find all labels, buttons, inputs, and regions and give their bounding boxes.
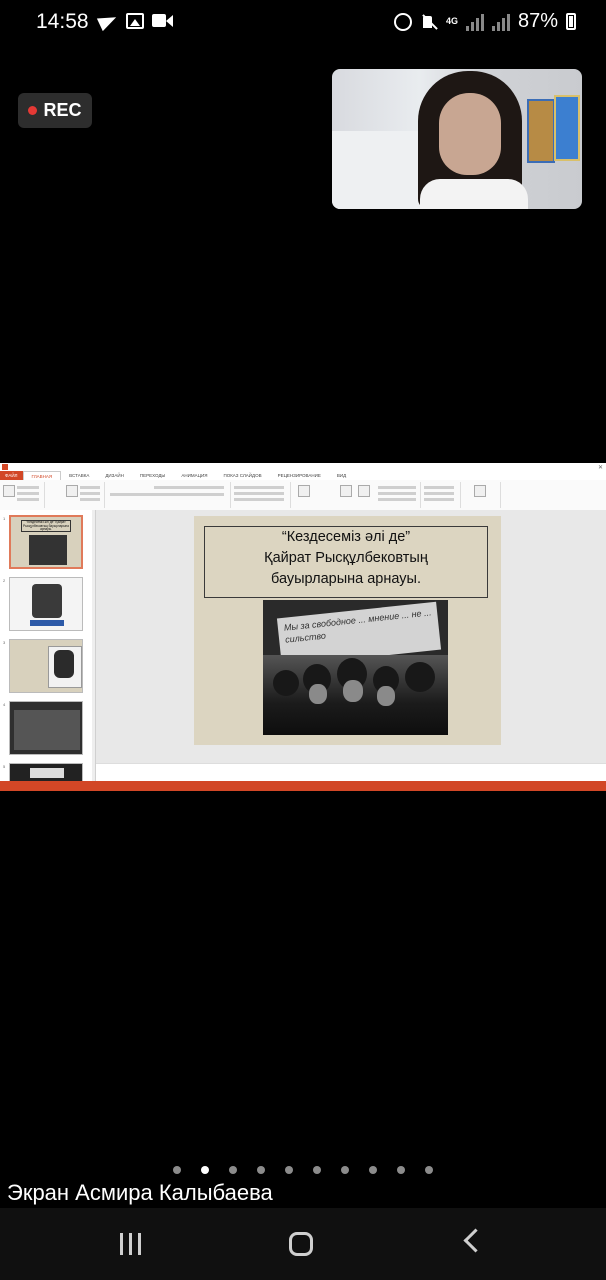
pager-dot[interactable] [340, 1166, 349, 1174]
ribbon-tabs: ФАЙЛ ГЛАВНАЯ ВСТАВКА ДИЗАЙН ПЕРЕХОДЫ АНИ… [0, 471, 606, 480]
battery-icon [566, 13, 576, 30]
screen-share-owner-label: Экран Асмира Калыбаева [7, 1180, 273, 1205]
thumbnail-scrollbar[interactable] [92, 510, 95, 781]
recent-apps-icon[interactable] [120, 1233, 144, 1255]
thumbnail-number: 4 [3, 702, 6, 707]
network-4g-icon: 4G [445, 16, 458, 26]
pager-dot[interactable] [312, 1166, 321, 1174]
tab-view[interactable]: ВИД [329, 471, 354, 480]
quick-access-toolbar: ✕ [0, 463, 606, 471]
tab-animation[interactable]: АНИМАЦИЯ [173, 471, 215, 480]
slide-title-line: “Кездесеміз әлі де” [281, 529, 411, 545]
whiteboard-background [332, 131, 424, 209]
thumbnail-number: 5 [3, 764, 6, 769]
ribbon-group-slides [44, 482, 105, 508]
recording-label: REC [43, 100, 82, 120]
mute-icon [420, 13, 438, 31]
battery-percent: 87% [517, 10, 558, 32]
recording-badge[interactable]: REC [18, 93, 92, 128]
alarm-icon [393, 12, 412, 31]
participant-shirt [420, 179, 528, 209]
system-navigation-bar [0, 1208, 606, 1280]
slide-thumbnail[interactable] [9, 639, 83, 693]
slide-thumbnails-panel[interactable]: 1 “Кездесеміз әлі де” Қайрат Рысқұлбеков… [0, 510, 96, 781]
crowd-head [273, 670, 299, 696]
ribbon-group-clipboard [0, 482, 45, 508]
shapes-icon[interactable] [298, 485, 310, 497]
protest-banner-text: Мы за свободное ... мнение ... не ... си… [283, 607, 432, 645]
quick-styles-icon[interactable] [358, 485, 370, 497]
new-slide-icon[interactable] [66, 485, 78, 497]
participant-video-thumbnail[interactable] [332, 69, 582, 209]
slide-thumbnail[interactable]: “Кездесеміз әлі де” Қайрат Рысқұлбековты… [9, 515, 83, 569]
slide-title-line: Қайрат Рысқұлбековтың [264, 550, 428, 566]
screen-pager[interactable] [0, 1166, 606, 1178]
pager-dot[interactable] [368, 1166, 377, 1174]
crowd-face [377, 686, 395, 706]
telegram-icon [98, 12, 118, 30]
current-slide: “Кездесеміз әлі де” Қайрат Рысқұлбековты… [194, 516, 501, 745]
pager-dot[interactable] [284, 1166, 293, 1174]
tab-home[interactable]: ГЛАВНАЯ [22, 471, 62, 480]
image-icon [126, 13, 144, 29]
status-bar: 14:58 4G 87% [0, 0, 606, 46]
thumbnail-title: “Кездесеміз әлі де” Қайрат Рысқұлбековты… [21, 520, 71, 532]
slide-title-line: бауырларына арнауы. [271, 571, 421, 587]
ribbon-group-editing [420, 482, 461, 508]
tab-transitions[interactable]: ПЕРЕХОДЫ [132, 471, 174, 480]
tab-insert[interactable]: ВСТАВКА [61, 471, 97, 480]
ribbon [0, 480, 606, 511]
powerpoint-icon [2, 464, 8, 470]
thumbnail-number: 2 [3, 578, 6, 583]
crowd-face [343, 680, 363, 702]
slide-thumbnail[interactable] [9, 763, 83, 781]
slide-title-box: “Кездесеміз әлі де” Қайрат Рысқұлбековты… [204, 526, 488, 598]
ribbon-group-paragraph [230, 482, 291, 508]
pager-dot[interactable] [228, 1166, 237, 1174]
arrange-icon[interactable] [340, 485, 352, 497]
back-icon[interactable] [463, 1228, 488, 1253]
tab-file[interactable]: ФАЙЛ [0, 471, 23, 480]
ribbon-group-pdf [460, 482, 501, 508]
pager-dot[interactable] [424, 1166, 433, 1174]
pager-dot[interactable] [172, 1166, 181, 1174]
tab-design[interactable]: ДИЗАЙН [97, 471, 132, 480]
pager-dot[interactable] [396, 1166, 405, 1174]
paste-icon[interactable] [3, 485, 15, 497]
wall-poster [554, 95, 580, 161]
pager-dot-active[interactable] [200, 1166, 209, 1174]
slide-notes-area[interactable] [96, 763, 606, 782]
tab-review[interactable]: РЕЦЕНЗИРОВАНИЕ [270, 471, 329, 480]
thumbnail-number: 3 [3, 640, 6, 645]
thumbnail-number: 1 [3, 516, 6, 521]
slide-thumbnail[interactable] [9, 577, 83, 631]
crowd-face [309, 684, 327, 704]
ribbon-group-font [104, 482, 231, 508]
pager-dot[interactable] [256, 1166, 265, 1174]
slide-thumbnail[interactable] [9, 701, 83, 755]
signal-icon [465, 13, 484, 31]
powerpoint-status-bar [0, 781, 606, 791]
record-dot-icon [28, 106, 38, 115]
wall-poster [527, 99, 555, 163]
status-time: 14:58 [36, 10, 89, 33]
window-close-icon: ✕ [597, 465, 603, 471]
participant-face [439, 93, 501, 175]
pdf-icon[interactable] [474, 485, 486, 497]
slide-historical-photo: Мы за свободное ... мнение ... не ... си… [263, 600, 448, 735]
video-icon [152, 13, 174, 29]
home-icon[interactable] [289, 1232, 313, 1256]
signal-icon [491, 13, 510, 31]
ribbon-group-drawing [290, 482, 421, 508]
crowd-head [405, 662, 435, 692]
tab-slideshow[interactable]: ПОКАЗ СЛАЙДОВ [215, 471, 269, 480]
